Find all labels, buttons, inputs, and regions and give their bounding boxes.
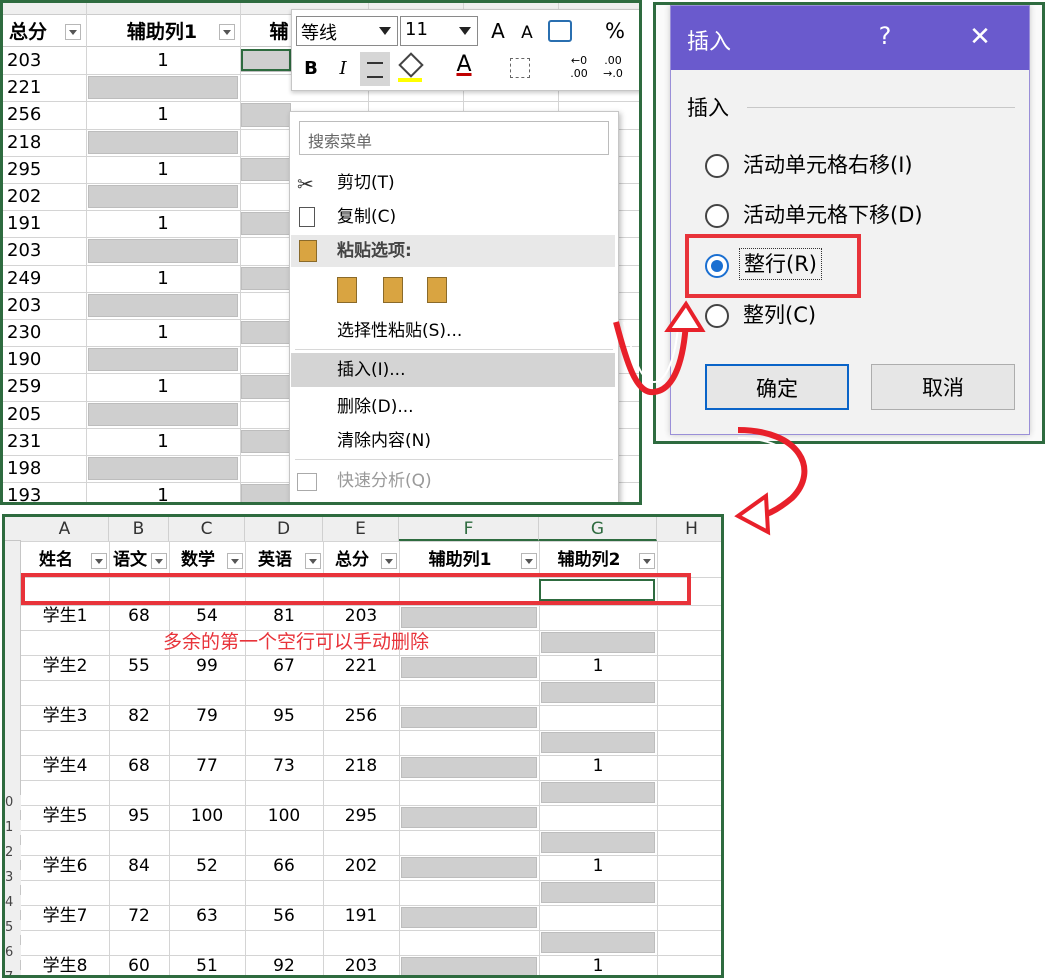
arrow-head-up bbox=[664, 300, 706, 332]
arrow-head-left bbox=[734, 492, 771, 536]
arrows-overlay bbox=[613, 300, 808, 536]
